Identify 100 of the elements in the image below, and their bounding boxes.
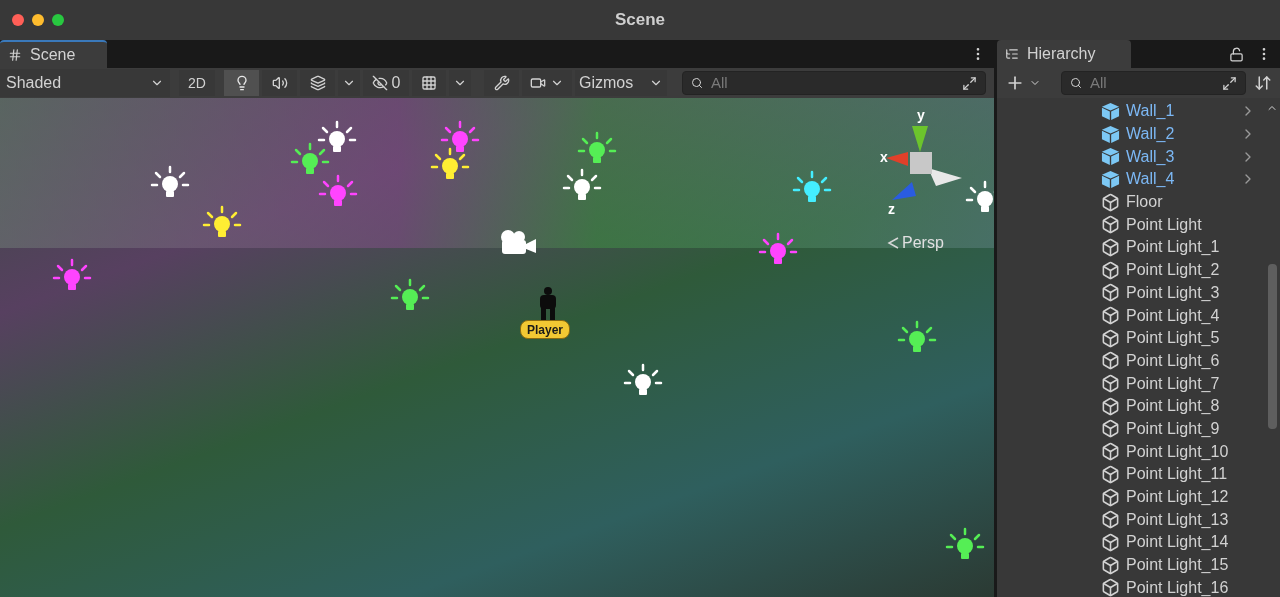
movie-camera-icon xyxy=(498,228,538,256)
hierarchy-item[interactable]: Point Light_6 xyxy=(1101,349,1264,373)
search-placeholder: All xyxy=(711,72,729,93)
layers-icon xyxy=(309,75,326,91)
cube-icon xyxy=(1101,101,1120,121)
hierarchy-item[interactable]: Point Light_16 xyxy=(1101,576,1264,597)
hierarchy-item[interactable]: Point Light_1 xyxy=(1101,236,1264,259)
tools-button[interactable] xyxy=(484,70,519,96)
dropdown-button[interactable] xyxy=(449,70,471,96)
camera-dropdown[interactable] xyxy=(522,70,572,96)
grid-toggle[interactable] xyxy=(412,70,446,96)
hierarchy-item[interactable]: Floor xyxy=(1101,190,1264,214)
hierarchy-item[interactable]: Point Light_8 xyxy=(1101,394,1264,418)
hierarchy-item[interactable]: Point Light_11 xyxy=(1101,463,1264,486)
hierarchy-item[interactable]: Point Light_15 xyxy=(1101,553,1264,577)
hierarchy-item-label: Point Light_6 xyxy=(1126,350,1221,371)
hierarchy-item-label: Point Light_16 xyxy=(1126,577,1230,597)
dropdown-button[interactable] xyxy=(338,70,360,96)
expand-icon[interactable] xyxy=(1222,75,1237,91)
player-label: Player xyxy=(520,320,571,339)
hierarchy-item[interactable]: Wall_4 xyxy=(1101,168,1264,191)
audio-toggle[interactable] xyxy=(262,70,297,96)
scrollbar-thumb[interactable] xyxy=(1267,264,1277,429)
draw-mode-dropdown[interactable]: Shaded xyxy=(0,69,170,97)
hierarchy-item[interactable]: Point Light_9 xyxy=(1101,417,1264,441)
axis-gizmo-drawing: x y z xyxy=(872,104,964,214)
cube-icon xyxy=(1101,147,1120,167)
effects-toggle[interactable] xyxy=(300,70,335,96)
speaker-icon xyxy=(271,75,288,91)
hierarchy-item-label: Point Light_15 xyxy=(1126,555,1230,576)
hierarchy-item-label: Floor xyxy=(1126,192,1164,213)
hierarchy-item[interactable]: Point Light xyxy=(1101,213,1264,237)
hierarchy-item[interactable]: Point Light_14 xyxy=(1101,531,1264,554)
cube-outline-icon xyxy=(1101,396,1120,416)
cube-outline-icon xyxy=(1101,328,1120,348)
hierarchy-item-label: Wall_4 xyxy=(1126,169,1176,190)
grid-icon xyxy=(421,75,437,91)
close-window-button[interactable] xyxy=(12,14,24,26)
search-icon xyxy=(691,77,703,89)
maximize-window-button[interactable] xyxy=(52,14,64,26)
cube-outline-icon xyxy=(1101,283,1120,303)
chevron-left-icon xyxy=(886,236,900,250)
cube-outline-icon xyxy=(1101,510,1120,530)
video-camera-icon xyxy=(530,75,546,91)
hierarchy-item[interactable]: Point Light_13 xyxy=(1101,508,1264,532)
window-title: Scene xyxy=(614,9,666,32)
gizmos-dropdown[interactable]: Gizmos xyxy=(575,70,667,96)
cube-outline-icon xyxy=(1101,374,1120,394)
cube-outline-icon xyxy=(1101,351,1120,371)
hierarchy-item[interactable]: Wall_3 xyxy=(1101,145,1264,169)
projection-label: Persp xyxy=(902,233,944,253)
cube-outline-icon xyxy=(1101,578,1120,597)
search-placeholder: All xyxy=(1090,72,1108,93)
hierarchy-item-label: Wall_1 xyxy=(1126,101,1176,122)
cube-icon xyxy=(1101,124,1120,144)
hierarchy-item-label: Point Light_13 xyxy=(1126,509,1230,530)
eye-crossed-icon xyxy=(371,75,388,91)
hierarchy-tab[interactable]: Hierarchy xyxy=(997,40,1131,68)
sort-icon[interactable] xyxy=(1254,74,1272,92)
hierarchy-item[interactable]: Point Light_5 xyxy=(1101,326,1264,350)
hierarchy-item-label: Point Light_12 xyxy=(1126,487,1230,508)
2d-toggle[interactable]: 2D xyxy=(179,70,215,96)
hierarchy-item-label: Point Light_11 xyxy=(1126,464,1229,485)
grid-icon xyxy=(8,48,22,62)
hierarchy-item-label: Point Light_9 xyxy=(1126,418,1221,439)
hierarchy-item-label: Point Light_10 xyxy=(1126,441,1230,462)
hierarchy-item-label: Point Light_7 xyxy=(1126,373,1221,394)
cube-outline-icon xyxy=(1101,306,1120,326)
hierarchy-item[interactable]: Point Light_3 xyxy=(1101,281,1264,305)
lighting-toggle[interactable] xyxy=(224,70,259,96)
minimize-window-button[interactable] xyxy=(32,14,44,26)
lock-icon[interactable] xyxy=(1229,46,1244,62)
cube-outline-icon xyxy=(1101,419,1120,439)
cube-outline-icon xyxy=(1101,532,1120,552)
hierarchy-item[interactable]: Point Light_7 xyxy=(1101,372,1264,395)
search-icon xyxy=(1070,77,1082,89)
hierarchy-item-label: Point Light_3 xyxy=(1126,282,1221,303)
hierarchy-item-label: Point Light_8 xyxy=(1126,396,1221,417)
hierarchy-item-label: Point Light_14 xyxy=(1126,532,1230,553)
hierarchy-item[interactable]: Point Light_4 xyxy=(1101,304,1264,327)
hierarchy-item[interactable]: Point Light_10 xyxy=(1101,440,1264,463)
hierarchy-item-label: Point Light_1 xyxy=(1126,237,1221,258)
hierarchy-item[interactable]: Wall_2 xyxy=(1101,122,1264,146)
hidden-objects-toggle[interactable]: 0 xyxy=(363,70,409,96)
tools-icon xyxy=(493,75,510,91)
expand-icon[interactable] xyxy=(962,75,977,91)
hierarchy-item[interactable]: Point Light_2 xyxy=(1101,258,1264,282)
hierarchy-item-label: Point Light_4 xyxy=(1126,305,1221,326)
hierarchy-item-label: Wall_3 xyxy=(1126,146,1176,167)
hierarchy-item-label: Point Light xyxy=(1126,214,1203,235)
cube-outline-icon xyxy=(1101,464,1120,484)
cube-outline-icon xyxy=(1101,487,1120,507)
hierarchy-item-label: Point Light_2 xyxy=(1126,260,1221,281)
hierarchy-item-label: Point Light_5 xyxy=(1126,328,1221,349)
scene-tab[interactable]: Scene xyxy=(0,40,107,68)
cube-outline-icon xyxy=(1101,555,1120,575)
hierarchy-item[interactable]: Point Light_12 xyxy=(1101,485,1264,509)
cube-outline-icon xyxy=(1101,260,1120,280)
list-icon xyxy=(1005,47,1019,61)
hierarchy-item[interactable]: Wall_1 xyxy=(1101,100,1264,123)
